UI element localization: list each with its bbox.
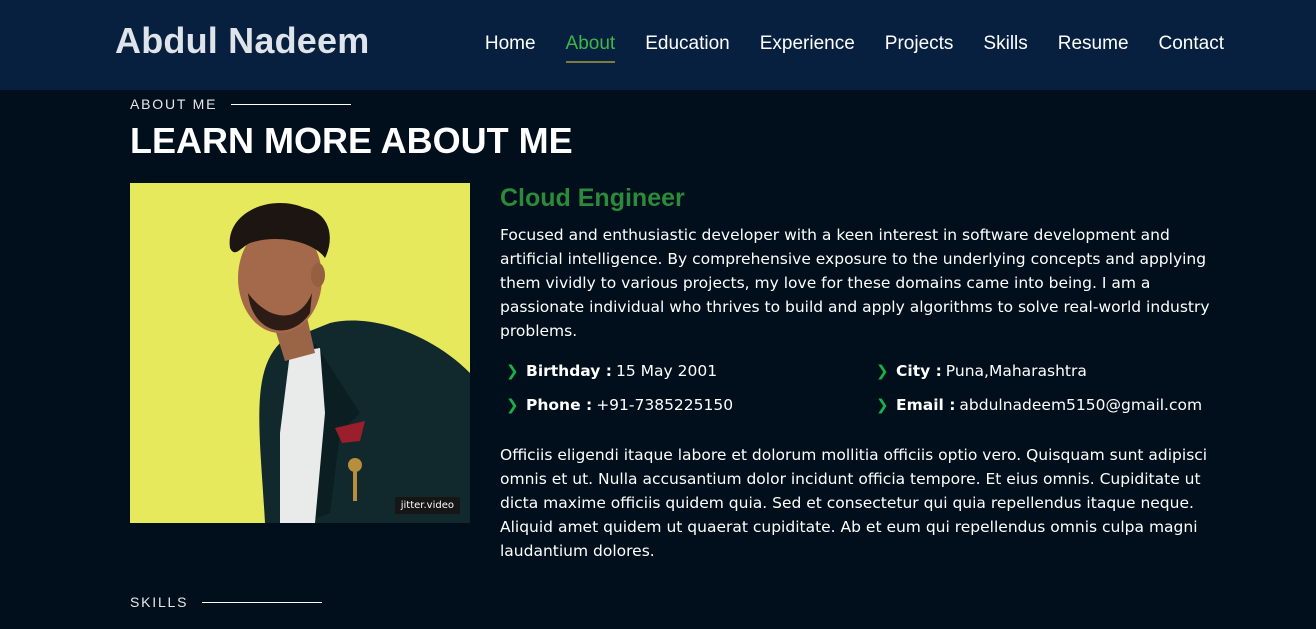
role-title: Cloud Engineer (500, 184, 685, 212)
chevron-right-icon: ❯ (506, 396, 519, 414)
nav-item-resume[interactable]: Resume (1058, 33, 1129, 55)
skills-label-text: SKILLS (130, 594, 189, 610)
detail-birthday: ❯ Birthday : 15 May 2001 (500, 359, 870, 383)
chevron-right-icon: ❯ (876, 396, 889, 414)
about-heading: LEARN MORE ABOUT ME (130, 120, 573, 161)
about-label-text: ABOUT ME (130, 96, 218, 112)
about-paragraph: Officiis eligendi itaque labore et dolor… (500, 446, 1208, 560)
nav-item-experience[interactable]: Experience (760, 33, 855, 55)
label-divider (231, 103, 352, 105)
profile-photo: jitter.video (130, 183, 470, 523)
personal-details: ❯ Birthday : 15 May 2001 ❯ City : Puna,M… (500, 359, 1216, 417)
detail-value[interactable]: +91-7385225150 (596, 396, 733, 414)
nav-item-projects[interactable]: Projects (885, 33, 954, 55)
site-logo[interactable]: Abdul Nadeem (115, 20, 369, 62)
detail-city: ❯ City : Puna,Maharashtra (870, 359, 1216, 383)
nav-item-about[interactable]: About (565, 33, 615, 63)
about-section-label: ABOUT ME (130, 96, 352, 112)
detail-key: Email : (896, 396, 956, 414)
about-content: Cloud Engineer Focused and enthusiastic … (500, 183, 1216, 579)
detail-value[interactable]: abdulnadeem5150@gmail.com (959, 396, 1202, 414)
detail-phone: ❯ Phone : +91-7385225150 (500, 393, 870, 417)
chevron-right-icon: ❯ (506, 362, 519, 380)
main-nav: Home About Education Experience Projects… (485, 33, 1224, 63)
detail-email: ❯ Email : abdulnadeem5150@gmail.com (870, 393, 1216, 417)
label-divider (202, 601, 323, 603)
detail-value: 15 May 2001 (616, 362, 718, 380)
nav-item-contact[interactable]: Contact (1159, 33, 1224, 55)
detail-key: Birthday : (526, 362, 612, 380)
chevron-right-icon: ❯ (876, 362, 889, 380)
intro-paragraph: Focused and enthusiastic developer with … (500, 226, 1210, 340)
nav-item-education[interactable]: Education (645, 33, 730, 55)
detail-value: Puna,Maharashtra (945, 362, 1087, 380)
nav-item-skills[interactable]: Skills (983, 33, 1027, 55)
nav-item-home[interactable]: Home (485, 33, 536, 55)
detail-key: Phone : (526, 396, 593, 414)
detail-key: City : (896, 362, 942, 380)
photo-watermark: jitter.video (394, 497, 460, 514)
portrait-illustration (229, 202, 470, 523)
skills-section-label: SKILLS (130, 594, 323, 610)
site-header: Abdul Nadeem Home About Education Experi… (0, 0, 1316, 90)
